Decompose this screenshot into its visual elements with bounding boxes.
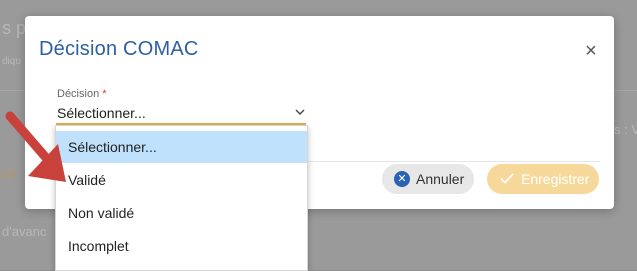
background-fragment: d'avanc [2, 224, 47, 239]
dropdown-option-valide[interactable]: Validé [56, 164, 307, 196]
decision-select[interactable]: Sélectionner... [56, 105, 306, 125]
background-fragment: s p [2, 18, 27, 38]
save-button-label: Enregistrer [521, 171, 590, 187]
dropdown-option-label: Sélectionner... [68, 139, 157, 155]
background-divider [0, 90, 25, 91]
background-fragment: diqu [2, 56, 21, 67]
close-button[interactable]: × [582, 40, 600, 62]
dropdown-option-label: Validé [68, 172, 106, 188]
decision-label-text: Décision [57, 88, 100, 100]
dropdown-option-select[interactable]: Sélectionner... [56, 131, 307, 163]
check-icon [500, 173, 514, 184]
decision-dropdown-menu: Sélectionner... Validé Non validé Incomp… [55, 125, 308, 271]
dialog-title: Décision COMAC [39, 38, 199, 60]
background-divider [614, 90, 637, 91]
dropdown-option-incomplet[interactable]: Incomplet [56, 230, 307, 262]
cancel-button[interactable]: ✕ Annuler [382, 164, 474, 194]
dropdown-option-label: Non validé [68, 205, 135, 221]
pointer-arrow-annotation [5, 111, 66, 182]
chevron-down-icon [295, 109, 305, 115]
save-button[interactable]: Enregistrer [487, 164, 599, 194]
required-marker: * [102, 88, 107, 100]
background-fragment: s : V [614, 122, 637, 137]
close-circle-icon: ✕ [394, 171, 410, 187]
cancel-button-label: Annuler [416, 171, 465, 187]
decision-select-value: Sélectionner... [57, 105, 146, 121]
dropdown-option-non-valide[interactable]: Non validé [56, 197, 307, 229]
close-icon: × [585, 40, 597, 62]
dropdown-option-label: Incomplet [68, 238, 129, 254]
decision-field-label: Décision * [57, 88, 107, 100]
